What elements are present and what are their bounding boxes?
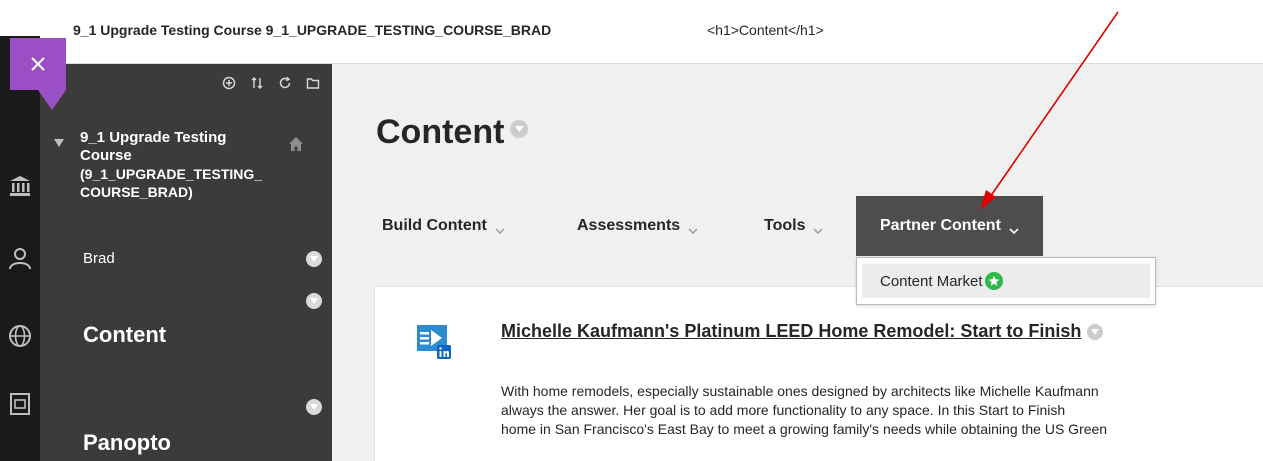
page-title: Content xyxy=(376,113,529,152)
institution-icon[interactable] xyxy=(0,166,40,206)
menu-item-content-options-icon[interactable] xyxy=(306,293,322,309)
content-market-menu-item[interactable]: Content Market xyxy=(862,264,1150,298)
chevron-down-icon xyxy=(813,222,823,234)
course-menu: 9_1 Upgrade Testing Course (9_1_UPGRADE_… xyxy=(40,64,332,461)
breadcrumb-current-page: <h1>Content</h1> xyxy=(707,22,824,38)
tools-label: Tools xyxy=(764,217,806,234)
partner-content-dropdown: Content Market xyxy=(856,257,1156,305)
menu-item-panopto[interactable]: Panopto xyxy=(83,430,171,456)
chevron-down-icon xyxy=(1009,222,1019,235)
course-name-line2: Course xyxy=(80,147,132,164)
chevron-down-icon xyxy=(688,222,698,234)
course-code-line2: COURSE_BRAD) xyxy=(80,184,193,200)
content-item: Michelle Kaufmann's Platinum LEED Home R… xyxy=(374,286,1263,461)
action-bar: Build Content Assessments Tools Partner … xyxy=(332,196,1263,256)
star-badge-icon xyxy=(984,272,1003,290)
menu-item-brad[interactable]: Brad xyxy=(83,250,115,267)
description-line: With home remodels, especially sustainab… xyxy=(501,383,1099,399)
menu-item-content[interactable]: Content xyxy=(83,322,166,348)
build-content-menu[interactable]: Build Content xyxy=(382,196,505,256)
partner-content-menu[interactable]: Partner Content xyxy=(856,196,1043,256)
globe-icon[interactable] xyxy=(0,316,40,356)
page-title-text: Content xyxy=(376,113,505,151)
content-market-label: Content Market xyxy=(880,272,983,290)
course-name-line1: 9_1 Upgrade Testing xyxy=(80,129,227,146)
breadcrumb-course-link[interactable]: 9_1 Upgrade Testing Course 9_1_UPGRADE_T… xyxy=(73,22,551,38)
content-item-description: With home remodels, especially sustainab… xyxy=(501,382,1261,439)
partner-content-label: Partner Content xyxy=(880,217,1001,234)
tools-menu[interactable]: Tools xyxy=(764,196,823,256)
course-code-line1: (9_1_UPGRADE_TESTING_ xyxy=(80,166,263,182)
description-line: always the answer. Her goal is to add mo… xyxy=(501,402,1066,418)
build-content-label: Build Content xyxy=(382,217,487,234)
menu-toolbar xyxy=(222,76,320,90)
add-menu-item-icon[interactable] xyxy=(222,76,236,90)
organizations-icon[interactable] xyxy=(0,384,40,424)
breadcrumb: 9_1 Upgrade Testing Course 9_1_UPGRADE_T… xyxy=(40,0,1263,64)
close-course-button[interactable] xyxy=(10,38,66,110)
main-content: Content Build Content Assessments Tools … xyxy=(332,64,1263,461)
caret-down-icon xyxy=(54,129,70,201)
home-icon[interactable] xyxy=(288,136,304,152)
assessments-menu[interactable]: Assessments xyxy=(577,196,698,256)
refresh-icon[interactable] xyxy=(278,76,292,90)
rail-top-spacer xyxy=(0,0,40,36)
close-icon xyxy=(31,57,45,71)
linkedin-learning-icon xyxy=(417,325,451,359)
page-title-options-icon[interactable] xyxy=(510,119,529,138)
menu-item-panopto-options-icon[interactable] xyxy=(306,399,322,415)
assessments-label: Assessments xyxy=(577,217,681,234)
folder-view-icon[interactable] xyxy=(306,76,320,90)
content-item-options-icon[interactable] xyxy=(1087,323,1104,340)
content-item-title-text[interactable]: Michelle Kaufmann's Platinum LEED Home R… xyxy=(501,321,1081,342)
description-line: home in San Francisco's East Bay to meet… xyxy=(501,421,1108,437)
content-item-title[interactable]: Michelle Kaufmann's Platinum LEED Home R… xyxy=(501,321,1104,342)
chevron-down-icon xyxy=(495,222,505,234)
course-title[interactable]: 9_1 Upgrade Testing Course (9_1_UPGRADE_… xyxy=(54,129,284,201)
user-icon[interactable] xyxy=(0,238,40,278)
reorder-icon[interactable] xyxy=(250,76,264,90)
menu-item-brad-options-icon[interactable] xyxy=(306,251,322,267)
